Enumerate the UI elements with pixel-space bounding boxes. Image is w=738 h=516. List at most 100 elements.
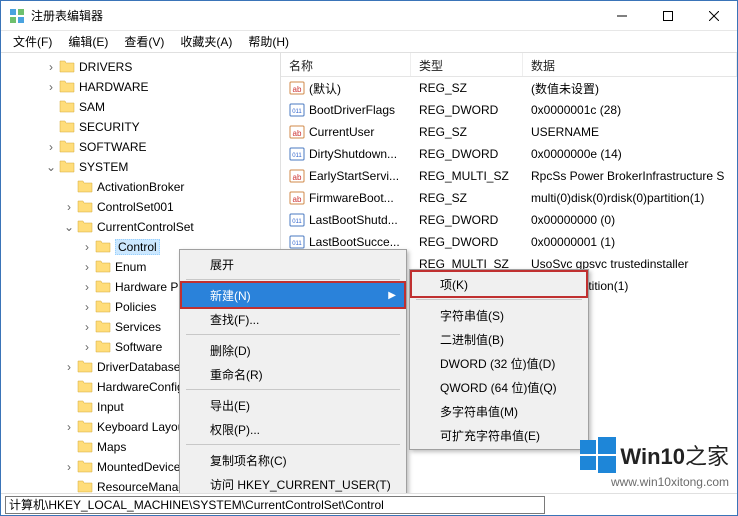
chevron-right-icon[interactable]: ›: [45, 61, 57, 73]
folder-icon: [95, 279, 115, 296]
value-type: REG_SZ: [411, 81, 523, 95]
menu-help[interactable]: 帮助(H): [240, 31, 297, 52]
window-title: 注册表编辑器: [31, 7, 103, 24]
header-type[interactable]: 类型: [411, 53, 523, 76]
chevron-right-icon[interactable]: ›: [63, 201, 75, 213]
chevron-right-icon[interactable]: ›: [81, 321, 93, 333]
ctx-new-dword[interactable]: DWORD (32 位)值(D): [412, 351, 586, 375]
header-data[interactable]: 数据: [523, 53, 737, 76]
tree-item[interactable]: ›SOFTWARE: [1, 137, 280, 157]
binary-value-icon: 011: [289, 234, 305, 250]
context-menu-new: 项(K) 字符串值(S) 二进制值(B) DWORD (32 位)值(D) QW…: [409, 269, 589, 450]
chevron-right-icon[interactable]: ›: [63, 421, 75, 433]
value-data: 0x00000001 (1): [523, 235, 737, 249]
folder-icon: [77, 399, 97, 416]
folder-icon: [95, 299, 115, 316]
menu-view[interactable]: 查看(V): [116, 31, 172, 52]
tree-label: HardwareConfig: [97, 380, 184, 394]
folder-icon: [77, 459, 97, 476]
address-bar[interactable]: [5, 496, 545, 514]
chevron-right-icon[interactable]: ›: [81, 341, 93, 353]
ctx-copykey[interactable]: 复制项名称(C): [182, 448, 404, 472]
tree-item[interactable]: ⌄SYSTEM: [1, 157, 280, 177]
ctx-new-string[interactable]: 字符串值(S): [412, 303, 586, 327]
tree-item[interactable]: › DRIVERS: [1, 57, 280, 77]
value-name: LastBootSucce...: [309, 235, 400, 249]
binary-value-icon: 011: [289, 146, 305, 162]
tree-label: ActivationBroker: [97, 180, 184, 194]
value-data: USERNAME: [523, 125, 737, 139]
menu-favorites[interactable]: 收藏夹(A): [172, 31, 240, 52]
tree-label: Enum: [115, 260, 146, 274]
tree-item[interactable]: SAM: [1, 97, 280, 117]
tree-item[interactable]: ⌄CurrentControlSet: [1, 217, 280, 237]
chevron-down-icon[interactable]: ⌄: [45, 161, 57, 173]
ctx-new[interactable]: 新建(N)▶: [182, 283, 404, 307]
value-row[interactable]: 011BootDriverFlagsREG_DWORD0x0000001c (2…: [281, 99, 737, 121]
ctx-new-expand[interactable]: 可扩充字符串值(E): [412, 423, 586, 447]
folder-icon: [77, 199, 97, 216]
value-data: 0x0000000e (14): [523, 147, 737, 161]
folder-icon: [77, 359, 97, 376]
tree-label: HARDWARE: [79, 80, 149, 94]
watermark-url: www.win10xitong.com: [580, 475, 729, 489]
ctx-new-binary[interactable]: 二进制值(B): [412, 327, 586, 351]
value-row[interactable]: abEarlyStartServi...REG_MULTI_SZRpcSs Po…: [281, 165, 737, 187]
ctx-find[interactable]: 查找(F)...: [182, 307, 404, 331]
string-value-icon: ab: [289, 190, 305, 206]
chevron-right-icon[interactable]: ›: [63, 461, 75, 473]
svg-text:ab: ab: [293, 173, 302, 182]
ctx-delete[interactable]: 删除(D): [182, 338, 404, 362]
regedit-icon: [9, 8, 25, 24]
header-name[interactable]: 名称: [281, 53, 411, 76]
folder-icon: [95, 339, 115, 356]
ctx-export[interactable]: 导出(E): [182, 393, 404, 417]
close-button[interactable]: [691, 1, 737, 31]
ctx-separator: [416, 299, 582, 300]
ctx-new-multi[interactable]: 多字符串值(M): [412, 399, 586, 423]
tree-item[interactable]: SECURITY: [1, 117, 280, 137]
chevron-right-icon[interactable]: ›: [45, 141, 57, 153]
value-type: REG_SZ: [411, 191, 523, 205]
tree-label: DRIVERS: [79, 60, 132, 74]
value-name: CurrentUser: [309, 125, 374, 139]
windows-logo-icon: [580, 437, 616, 473]
binary-value-icon: 011: [289, 212, 305, 228]
binary-value-icon: 011: [289, 102, 305, 118]
chevron-right-icon[interactable]: ›: [81, 261, 93, 273]
value-row[interactable]: abCurrentUserREG_SZUSERNAME: [281, 121, 737, 143]
menu-file[interactable]: 文件(F): [5, 31, 60, 52]
tree-item[interactable]: › HARDWARE: [1, 77, 280, 97]
ctx-new-key[interactable]: 项(K): [412, 272, 586, 296]
value-name: DirtyShutdown...: [309, 147, 397, 161]
folder-icon: [77, 379, 97, 396]
chevron-right-icon[interactable]: ›: [81, 241, 93, 253]
tree-item[interactable]: ActivationBroker: [1, 177, 280, 197]
tree-item[interactable]: ›ControlSet001: [1, 197, 280, 217]
value-data: 0x00000000 (0): [523, 213, 737, 227]
maximize-button[interactable]: [645, 1, 691, 31]
minimize-button[interactable]: [599, 1, 645, 31]
ctx-rename[interactable]: 重命名(R): [182, 362, 404, 386]
chevron-right-icon[interactable]: ›: [45, 81, 57, 93]
value-row[interactable]: ab(默认)REG_SZ(数值未设置): [281, 77, 737, 99]
value-row[interactable]: 011LastBootShutd...REG_DWORD0x00000000 (…: [281, 209, 737, 231]
folder-icon: [59, 159, 79, 176]
watermark-brand: Win10之家: [620, 439, 729, 471]
ctx-separator: [186, 279, 400, 280]
value-name: BootDriverFlags: [309, 103, 395, 117]
ctx-expand[interactable]: 展开: [182, 252, 404, 276]
chevron-right-icon[interactable]: ›: [81, 301, 93, 313]
menubar: 文件(F) 编辑(E) 查看(V) 收藏夹(A) 帮助(H): [1, 31, 737, 53]
value-row[interactable]: 011DirtyShutdown...REG_DWORD0x0000000e (…: [281, 143, 737, 165]
svg-text:011: 011: [292, 219, 302, 225]
ctx-permissions[interactable]: 权限(P)...: [182, 417, 404, 441]
value-row[interactable]: abFirmwareBoot...REG_SZmulti(0)disk(0)rd…: [281, 187, 737, 209]
ctx-new-qword[interactable]: QWORD (64 位)值(Q): [412, 375, 586, 399]
svg-text:011: 011: [292, 153, 302, 159]
chevron-right-icon[interactable]: ›: [63, 361, 75, 373]
chevron-right-icon[interactable]: ›: [81, 281, 93, 293]
value-type: REG_DWORD: [411, 235, 523, 249]
menu-edit[interactable]: 编辑(E): [60, 31, 116, 52]
chevron-down-icon[interactable]: ⌄: [63, 221, 75, 233]
